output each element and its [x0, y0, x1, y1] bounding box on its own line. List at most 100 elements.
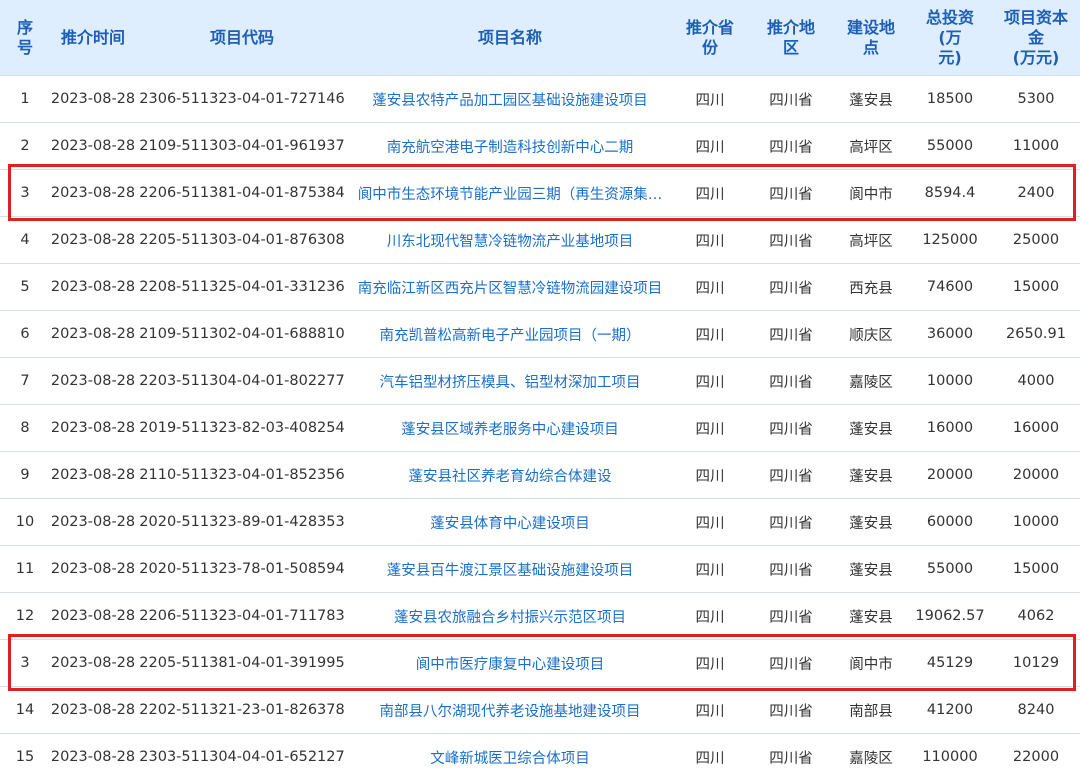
- cell-code: 2206-511323-04-01-711783: [136, 593, 348, 640]
- table-row: 6 2023-08-28 2109-511302-04-01-688810 南充…: [0, 311, 1080, 358]
- cell-date: 2023-08-28: [50, 734, 136, 780]
- cell-province: 四川: [672, 640, 748, 687]
- cell-location: 南部县: [834, 687, 908, 734]
- cell-investment: 74600: [908, 264, 992, 311]
- cell-location: 蓬安县: [834, 499, 908, 546]
- cell-investment: 16000: [908, 405, 992, 452]
- project-name-link[interactable]: 蓬安县农旅融合乡村振兴示范区项目: [394, 610, 626, 626]
- cell-province: 四川: [672, 546, 748, 593]
- project-name-link[interactable]: 汽车铝型材挤压模具、铝型材深加工项目: [380, 375, 641, 391]
- header-code: 项目代码: [136, 0, 348, 76]
- cell-location: 阆中市: [834, 640, 908, 687]
- project-name-link[interactable]: 南充航空港电子制造科技创新中心二期: [387, 140, 634, 156]
- cell-name: 蓬安县体育中心建设项目: [348, 499, 672, 546]
- cell-investment: 60000: [908, 499, 992, 546]
- cell-capital: 25000: [992, 217, 1080, 264]
- cell-investment: 55000: [908, 123, 992, 170]
- project-name-link[interactable]: 阆中市生态环境节能产业园三期（再生资源集…: [358, 187, 663, 203]
- cell-seq: 15: [0, 734, 50, 780]
- cell-name: 蓬安县农旅融合乡村振兴示范区项目: [348, 593, 672, 640]
- cell-name: 南充临江新区西充片区智慧冷链物流园建设项目: [348, 264, 672, 311]
- table-row: 2 2023-08-28 2109-511303-04-01-961937 南充…: [0, 123, 1080, 170]
- cell-name: 蓬安县农特产品加工园区基础设施建设项目: [348, 76, 672, 123]
- cell-seq: 14: [0, 687, 50, 734]
- cell-investment: 55000: [908, 546, 992, 593]
- project-name-link[interactable]: 川东北现代智慧冷链物流产业基地项目: [387, 234, 634, 250]
- cell-date: 2023-08-28: [50, 264, 136, 311]
- cell-investment: 20000: [908, 452, 992, 499]
- cell-name: 南部县八尔湖现代养老设施基地建设项目: [348, 687, 672, 734]
- cell-province: 四川: [672, 358, 748, 405]
- cell-name: 川东北现代智慧冷链物流产业基地项目: [348, 217, 672, 264]
- cell-code: 2208-511325-04-01-331236: [136, 264, 348, 311]
- cell-location: 高坪区: [834, 217, 908, 264]
- cell-capital: 5300: [992, 76, 1080, 123]
- cell-region: 四川省: [748, 170, 834, 217]
- cell-region: 四川省: [748, 499, 834, 546]
- cell-capital: 4062: [992, 593, 1080, 640]
- cell-seq: 2: [0, 123, 50, 170]
- table-row: 3 2023-08-28 2205-511381-04-01-391995 阆中…: [0, 640, 1080, 687]
- project-name-link[interactable]: 蓬安县农特产品加工园区基础设施建设项目: [372, 93, 648, 109]
- cell-seq: 3: [0, 640, 50, 687]
- cell-code: 2205-511303-04-01-876308: [136, 217, 348, 264]
- cell-date: 2023-08-28: [50, 452, 136, 499]
- cell-code: 2202-511321-23-01-826378: [136, 687, 348, 734]
- cell-region: 四川省: [748, 311, 834, 358]
- project-name-link[interactable]: 南充凯普松高新电子产业园项目（一期）: [380, 328, 641, 344]
- table-row: 9 2023-08-28 2110-511323-04-01-852356 蓬安…: [0, 452, 1080, 499]
- cell-location: 蓬安县: [834, 452, 908, 499]
- table-row: 7 2023-08-28 2203-511304-04-01-802277 汽车…: [0, 358, 1080, 405]
- cell-province: 四川: [672, 123, 748, 170]
- header-region: 推介地 区: [748, 0, 834, 76]
- cell-region: 四川省: [748, 734, 834, 780]
- project-name-link[interactable]: 蓬安县社区养老育幼综合体建设: [409, 469, 612, 485]
- project-name-link[interactable]: 蓬安县百牛渡江景区基础设施建设项目: [387, 563, 634, 579]
- cell-investment: 41200: [908, 687, 992, 734]
- cell-investment: 8594.4: [908, 170, 992, 217]
- cell-capital: 2650.91: [992, 311, 1080, 358]
- cell-location: 高坪区: [834, 123, 908, 170]
- cell-region: 四川省: [748, 358, 834, 405]
- cell-province: 四川: [672, 217, 748, 264]
- cell-code: 2306-511323-04-01-727146: [136, 76, 348, 123]
- cell-seq: 3: [0, 170, 50, 217]
- cell-name: 阆中市生态环境节能产业园三期（再生资源集…: [348, 170, 672, 217]
- project-name-link[interactable]: 蓬安县体育中心建设项目: [430, 516, 590, 532]
- cell-date: 2023-08-28: [50, 311, 136, 358]
- table-row: 12 2023-08-28 2206-511323-04-01-711783 蓬…: [0, 593, 1080, 640]
- cell-date: 2023-08-28: [50, 546, 136, 593]
- cell-date: 2023-08-28: [50, 76, 136, 123]
- project-name-link[interactable]: 文峰新城医卫综合体项目: [430, 751, 590, 767]
- cell-seq: 7: [0, 358, 50, 405]
- project-name-link[interactable]: 蓬安县区域养老服务中心建设项目: [401, 422, 619, 438]
- project-name-link[interactable]: 南充临江新区西充片区智慧冷链物流园建设项目: [358, 281, 663, 297]
- cell-seq: 4: [0, 217, 50, 264]
- cell-code: 2020-511323-89-01-428353: [136, 499, 348, 546]
- cell-date: 2023-08-28: [50, 405, 136, 452]
- cell-name: 南充航空港电子制造科技创新中心二期: [348, 123, 672, 170]
- cell-seq: 12: [0, 593, 50, 640]
- table-row: 15 2023-08-28 2303-511304-04-01-652127 文…: [0, 734, 1080, 780]
- project-name-link[interactable]: 南部县八尔湖现代养老设施基地建设项目: [380, 704, 641, 720]
- cell-name: 汽车铝型材挤压模具、铝型材深加工项目: [348, 358, 672, 405]
- cell-province: 四川: [672, 452, 748, 499]
- project-table: 序 号 推介时间 项目代码 项目名称 推介省 份 推介地 区 建设地 点 总投资…: [0, 0, 1080, 780]
- header-row: 序 号 推介时间 项目代码 项目名称 推介省 份 推介地 区 建设地 点 总投资…: [0, 0, 1080, 76]
- cell-investment: 36000: [908, 311, 992, 358]
- cell-date: 2023-08-28: [50, 593, 136, 640]
- cell-region: 四川省: [748, 593, 834, 640]
- cell-province: 四川: [672, 593, 748, 640]
- cell-code: 2020-511323-78-01-508594: [136, 546, 348, 593]
- project-name-link[interactable]: 阆中市医疗康复中心建设项目: [416, 657, 605, 673]
- cell-capital: 2400: [992, 170, 1080, 217]
- cell-code: 2303-511304-04-01-652127: [136, 734, 348, 780]
- cell-province: 四川: [672, 76, 748, 123]
- header-name: 项目名称: [348, 0, 672, 76]
- cell-province: 四川: [672, 405, 748, 452]
- cell-location: 阆中市: [834, 170, 908, 217]
- cell-region: 四川省: [748, 546, 834, 593]
- cell-seq: 8: [0, 405, 50, 452]
- cell-location: 西充县: [834, 264, 908, 311]
- cell-date: 2023-08-28: [50, 687, 136, 734]
